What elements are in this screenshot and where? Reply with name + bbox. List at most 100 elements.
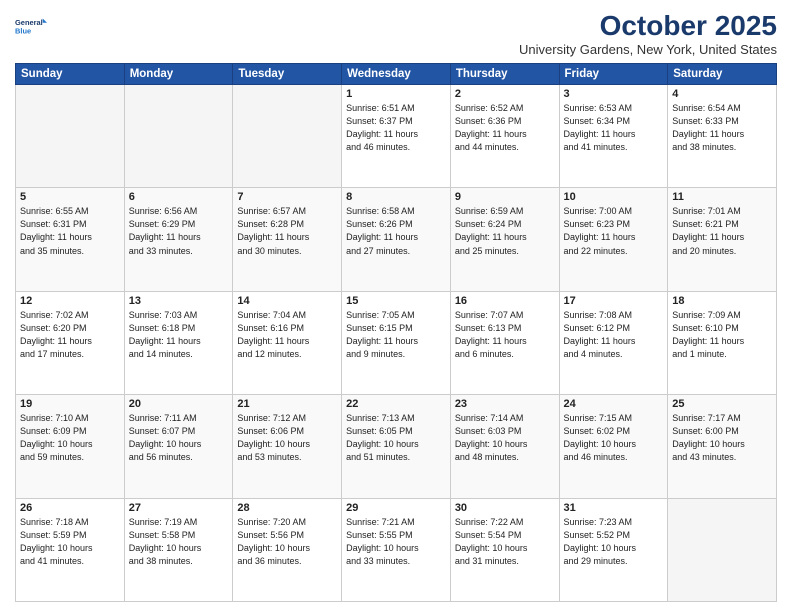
calendar-cell: 8Sunrise: 6:58 AM Sunset: 6:26 PM Daylig…: [342, 188, 451, 291]
col-tuesday: Tuesday: [233, 64, 342, 85]
logo-svg: General Blue: [15, 10, 47, 42]
calendar-cell: 13 Sunrise: 7:03 AM Sunset: 6:18 PM Dayli…: [124, 291, 233, 394]
day-info: Sunrise: 6:57 AM Sunset: 6:28 PM Dayligh…: [237, 205, 337, 257]
svg-text:Blue: Blue: [15, 26, 31, 35]
month-title: October 2025: [519, 10, 777, 42]
calendar-cell: 4 Sunrise: 6:54 AM Sunset: 6:33 PM Daylig…: [668, 85, 777, 188]
day-info: Sunrise: 7:09 AM Sunset: 6:10 PM Dayligh…: [672, 309, 772, 361]
calendar-cell: 31Sunrise: 7:23 AM Sunset: 5:52 PM Dayli…: [559, 498, 668, 601]
calendar-week-2: 5Sunrise: 6:55 AM Sunset: 6:31 PM Daylig…: [16, 188, 777, 291]
day-number: 14: [237, 295, 337, 307]
day-info: Sunrise: 7:13 AM Sunset: 6:05 PM Dayligh…: [346, 412, 446, 464]
calendar-cell: 12Sunrise: 7:02 AM Sunset: 6:20 PM Dayli…: [16, 291, 125, 394]
day-number: 30: [455, 502, 555, 514]
col-wednesday: Wednesday: [342, 64, 451, 85]
calendar-cell: 23 Sunrise: 7:14 AM Sunset: 6:03 PM Dayli…: [450, 395, 559, 498]
day-info: Sunrise: 6:54 AM Sunset: 6:33 PM Dayligh…: [672, 102, 772, 154]
day-info: Sunrise: 6:51 AM Sunset: 6:37 PM Dayligh…: [346, 102, 446, 154]
day-info: Sunrise: 6:59 AM Sunset: 6:24 PM Dayligh…: [455, 205, 555, 257]
day-number: 7: [237, 191, 337, 203]
calendar-week-4: 19 Sunrise: 7:10 AM Sunset: 6:09 PM Dayli…: [16, 395, 777, 498]
day-number: 11: [672, 191, 772, 203]
day-number: 17: [564, 295, 664, 307]
day-number: 13: [129, 295, 229, 307]
calendar-cell: 5Sunrise: 6:55 AM Sunset: 6:31 PM Daylig…: [16, 188, 125, 291]
day-number: 4: [672, 88, 772, 100]
day-info: Sunrise: 7:11 AM Sunset: 6:07 PM Dayligh…: [129, 412, 229, 464]
calendar-cell: [233, 85, 342, 188]
day-number: 29: [346, 502, 446, 514]
day-number: 18: [672, 295, 772, 307]
day-info: Sunrise: 7:20 AM Sunset: 5:56 PM Dayligh…: [237, 516, 337, 568]
calendar-cell: 27 Sunrise: 7:19 AM Sunset: 5:58 PM Dayli…: [124, 498, 233, 601]
calendar-cell: 24Sunrise: 7:15 AM Sunset: 6:02 PM Dayli…: [559, 395, 668, 498]
calendar-cell: 18 Sunrise: 7:09 AM Sunset: 6:10 PM Dayli…: [668, 291, 777, 394]
day-info: Sunrise: 7:03 AM Sunset: 6:18 PM Dayligh…: [129, 309, 229, 361]
calendar-cell: 17 Sunrise: 7:08 AM Sunset: 6:12 PM Dayli…: [559, 291, 668, 394]
day-number: 25: [672, 398, 772, 410]
day-number: 28: [237, 502, 337, 514]
calendar-cell: 11Sunrise: 7:01 AM Sunset: 6:21 PM Dayli…: [668, 188, 777, 291]
calendar-cell: 30 Sunrise: 7:22 AM Sunset: 5:54 PM Dayli…: [450, 498, 559, 601]
calendar-cell: 19 Sunrise: 7:10 AM Sunset: 6:09 PM Dayli…: [16, 395, 125, 498]
day-info: Sunrise: 7:17 AM Sunset: 6:00 PM Dayligh…: [672, 412, 772, 464]
day-number: 31: [564, 502, 664, 514]
day-info: Sunrise: 7:12 AM Sunset: 6:06 PM Dayligh…: [237, 412, 337, 464]
calendar-cell: 2Sunrise: 6:52 AM Sunset: 6:36 PM Daylig…: [450, 85, 559, 188]
day-number: 20: [129, 398, 229, 410]
col-friday: Friday: [559, 64, 668, 85]
day-number: 16: [455, 295, 555, 307]
calendar-cell: 22Sunrise: 7:13 AM Sunset: 6:05 PM Dayli…: [342, 395, 451, 498]
day-number: 10: [564, 191, 664, 203]
calendar-cell: 21Sunrise: 7:12 AM Sunset: 6:06 PM Dayli…: [233, 395, 342, 498]
calendar-cell: 29 Sunrise: 7:21 AM Sunset: 5:55 PM Dayli…: [342, 498, 451, 601]
calendar-cell: 14 Sunrise: 7:04 AM Sunset: 6:16 PM Dayli…: [233, 291, 342, 394]
calendar-cell: 26Sunrise: 7:18 AM Sunset: 5:59 PM Dayli…: [16, 498, 125, 601]
day-info: Sunrise: 7:22 AM Sunset: 5:54 PM Dayligh…: [455, 516, 555, 568]
calendar-week-5: 26Sunrise: 7:18 AM Sunset: 5:59 PM Dayli…: [16, 498, 777, 601]
header: General Blue October 2025 University Gar…: [15, 10, 777, 57]
day-number: 1: [346, 88, 446, 100]
day-number: 23: [455, 398, 555, 410]
calendar-cell: [124, 85, 233, 188]
title-block: October 2025 University Gardens, New Yor…: [519, 10, 777, 57]
calendar-cell: 6Sunrise: 6:56 AM Sunset: 6:29 PM Daylig…: [124, 188, 233, 291]
day-number: 9: [455, 191, 555, 203]
location-subtitle: University Gardens, New York, United Sta…: [519, 42, 777, 57]
day-info: Sunrise: 7:19 AM Sunset: 5:58 PM Dayligh…: [129, 516, 229, 568]
day-number: 19: [20, 398, 120, 410]
calendar-week-3: 12Sunrise: 7:02 AM Sunset: 6:20 PM Dayli…: [16, 291, 777, 394]
logo: General Blue: [15, 10, 47, 42]
day-number: 8: [346, 191, 446, 203]
calendar-cell: 10Sunrise: 7:00 AM Sunset: 6:23 PM Dayli…: [559, 188, 668, 291]
calendar-cell: 9 Sunrise: 6:59 AM Sunset: 6:24 PM Daylig…: [450, 188, 559, 291]
calendar-cell: 25 Sunrise: 7:17 AM Sunset: 6:00 PM Dayli…: [668, 395, 777, 498]
day-number: 15: [346, 295, 446, 307]
day-info: Sunrise: 6:55 AM Sunset: 6:31 PM Dayligh…: [20, 205, 120, 257]
page: General Blue October 2025 University Gar…: [0, 0, 792, 612]
day-number: 6: [129, 191, 229, 203]
col-saturday: Saturday: [668, 64, 777, 85]
day-info: Sunrise: 6:53 AM Sunset: 6:34 PM Dayligh…: [564, 102, 664, 154]
day-info: Sunrise: 7:07 AM Sunset: 6:13 PM Dayligh…: [455, 309, 555, 361]
day-info: Sunrise: 7:21 AM Sunset: 5:55 PM Dayligh…: [346, 516, 446, 568]
col-sunday: Sunday: [16, 64, 125, 85]
day-info: Sunrise: 6:52 AM Sunset: 6:36 PM Dayligh…: [455, 102, 555, 154]
day-info: Sunrise: 7:08 AM Sunset: 6:12 PM Dayligh…: [564, 309, 664, 361]
day-info: Sunrise: 7:04 AM Sunset: 6:16 PM Dayligh…: [237, 309, 337, 361]
col-thursday: Thursday: [450, 64, 559, 85]
day-info: Sunrise: 7:14 AM Sunset: 6:03 PM Dayligh…: [455, 412, 555, 464]
day-info: Sunrise: 7:02 AM Sunset: 6:20 PM Dayligh…: [20, 309, 120, 361]
calendar-cell: 20 Sunrise: 7:11 AM Sunset: 6:07 PM Dayli…: [124, 395, 233, 498]
day-info: Sunrise: 7:10 AM Sunset: 6:09 PM Dayligh…: [20, 412, 120, 464]
day-number: 3: [564, 88, 664, 100]
day-info: Sunrise: 7:05 AM Sunset: 6:15 PM Dayligh…: [346, 309, 446, 361]
day-number: 26: [20, 502, 120, 514]
day-number: 27: [129, 502, 229, 514]
col-monday: Monday: [124, 64, 233, 85]
svg-text:General: General: [15, 18, 43, 27]
calendar-cell: 7 Sunrise: 6:57 AM Sunset: 6:28 PM Daylig…: [233, 188, 342, 291]
calendar-cell: 16 Sunrise: 7:07 AM Sunset: 6:13 PM Dayli…: [450, 291, 559, 394]
calendar-cell: 28 Sunrise: 7:20 AM Sunset: 5:56 PM Dayli…: [233, 498, 342, 601]
calendar-week-1: 1 Sunrise: 6:51 AM Sunset: 6:37 PM Daylig…: [16, 85, 777, 188]
